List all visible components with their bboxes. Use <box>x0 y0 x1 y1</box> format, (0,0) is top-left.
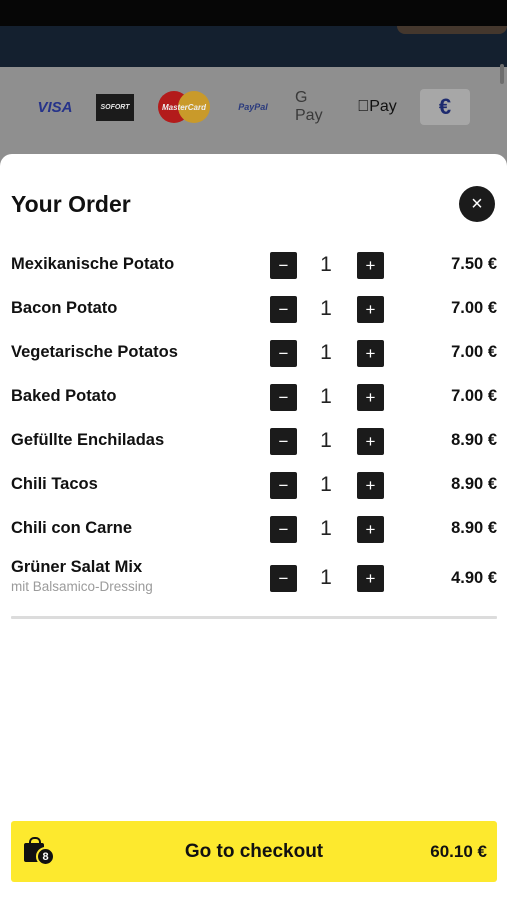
plus-icon: + <box>365 476 376 495</box>
item-price: 8.90 € <box>451 475 497 493</box>
increase-quantity-button[interactable]: + <box>357 516 384 543</box>
minus-icon: − <box>278 569 289 588</box>
increase-quantity-button[interactable]: + <box>357 384 384 411</box>
increase-quantity-button[interactable]: + <box>357 252 384 279</box>
order-item: Mexikanische Potato − 1 + 7.50 € <box>0 250 507 280</box>
item-quantity: 1 <box>320 253 332 276</box>
item-subtitle: mit Balsamico-Dressing <box>11 579 153 594</box>
checkout-button[interactable]: 8 Go to checkout 60.10 € <box>11 821 497 882</box>
top-bar <box>0 0 507 26</box>
plus-icon: + <box>365 388 376 407</box>
item-quantity: 1 <box>320 566 332 589</box>
minus-icon: − <box>278 256 289 275</box>
plus-icon: + <box>365 300 376 319</box>
order-item: Bacon Potato − 1 + 7.00 € <box>0 294 507 324</box>
mastercard-label: MasterCard <box>161 102 206 112</box>
plus-icon: + <box>365 344 376 363</box>
checkout-total: 60.10 € <box>430 842 487 861</box>
visa-label: VISA <box>37 98 73 116</box>
decrease-quantity-button[interactable]: − <box>270 340 297 367</box>
decrease-quantity-button[interactable]: − <box>270 296 297 323</box>
item-price: 7.00 € <box>451 387 497 405</box>
header-image-accent <box>397 26 507 34</box>
euro-icon: € <box>438 94 452 119</box>
item-quantity: 1 <box>320 473 332 496</box>
item-name: Vegetarische Potatos <box>11 343 178 361</box>
order-divider <box>11 616 497 619</box>
minus-icon: − <box>278 388 289 407</box>
increase-quantity-button[interactable]: + <box>357 428 384 455</box>
item-name: Grüner Salat Mix <box>11 558 143 576</box>
decrease-quantity-button[interactable]: − <box>270 516 297 543</box>
item-name: Gefüllte Enchiladas <box>11 431 165 449</box>
plus-icon: + <box>365 432 376 451</box>
item-name: Baked Potato <box>11 387 117 405</box>
item-price: 4.90 € <box>451 569 497 587</box>
order-item: Grüner Salat Mix mit Balsamico-Dressing … <box>0 553 507 603</box>
paypal-logo: PayPal <box>232 90 274 124</box>
close-button[interactable]: × <box>459 186 495 222</box>
increase-quantity-button[interactable]: + <box>357 296 384 323</box>
sofort-label: SOFORT <box>100 104 130 111</box>
order-item: Gefüllte Enchiladas − 1 + 8.90 € <box>0 426 507 456</box>
paypal-label: PayPal <box>238 102 268 112</box>
decrease-quantity-button[interactable]: − <box>270 384 297 411</box>
google-pay-logo: G Pay <box>295 89 335 124</box>
apple-pay-logo: Pay <box>356 90 398 124</box>
minus-icon: − <box>278 432 289 451</box>
increase-quantity-button[interactable]: + <box>357 472 384 499</box>
item-price: 8.90 € <box>451 431 497 449</box>
item-price: 7.00 € <box>451 299 497 317</box>
increase-quantity-button[interactable]: + <box>357 565 384 592</box>
item-quantity: 1 <box>320 341 332 364</box>
close-icon: × <box>471 193 483 215</box>
item-quantity: 1 <box>320 429 332 452</box>
minus-icon: − <box>278 344 289 363</box>
item-quantity: 1 <box>320 517 332 540</box>
mastercard-logo: MasterCard <box>158 90 210 124</box>
item-quantity: 1 <box>320 297 332 320</box>
item-price: 7.50 € <box>451 255 497 273</box>
order-item: Chili con Carne − 1 + 8.90 € <box>0 514 507 544</box>
checkout-label: Go to checkout <box>184 841 324 862</box>
euro-currency-button[interactable]: € <box>420 89 470 125</box>
order-item: Chili Tacos − 1 + 8.90 € <box>0 470 507 500</box>
apple-pay-label: Pay <box>357 98 397 115</box>
decrease-quantity-button[interactable]: − <box>270 428 297 455</box>
order-item: Vegetarische Potatos − 1 + 7.00 € <box>0 338 507 368</box>
scrollbar[interactable] <box>500 64 504 84</box>
increase-quantity-button[interactable]: + <box>357 340 384 367</box>
item-name: Chili con Carne <box>11 519 133 537</box>
visa-logo: VISA <box>33 90 77 124</box>
item-price: 7.00 € <box>451 343 497 361</box>
item-name: Bacon Potato <box>11 299 118 317</box>
order-title: Your Order <box>11 191 131 217</box>
decrease-quantity-button[interactable]: − <box>270 472 297 499</box>
item-quantity: 1 <box>320 385 332 408</box>
minus-icon: − <box>278 520 289 539</box>
minus-icon: − <box>278 300 289 319</box>
item-price: 8.90 € <box>451 519 497 537</box>
plus-icon: + <box>365 256 376 275</box>
decrease-quantity-button[interactable]: − <box>270 252 297 279</box>
google-pay-label: G Pay <box>295 89 323 124</box>
item-name: Mexikanische Potato <box>11 255 175 273</box>
order-item: Baked Potato − 1 + 7.00 € <box>0 382 507 412</box>
minus-icon: − <box>278 476 289 495</box>
item-name: Chili Tacos <box>11 475 98 493</box>
plus-icon: + <box>365 569 376 588</box>
plus-icon: + <box>365 520 376 539</box>
sofort-logo: SOFORT <box>96 94 134 121</box>
decrease-quantity-button[interactable]: − <box>270 565 297 592</box>
